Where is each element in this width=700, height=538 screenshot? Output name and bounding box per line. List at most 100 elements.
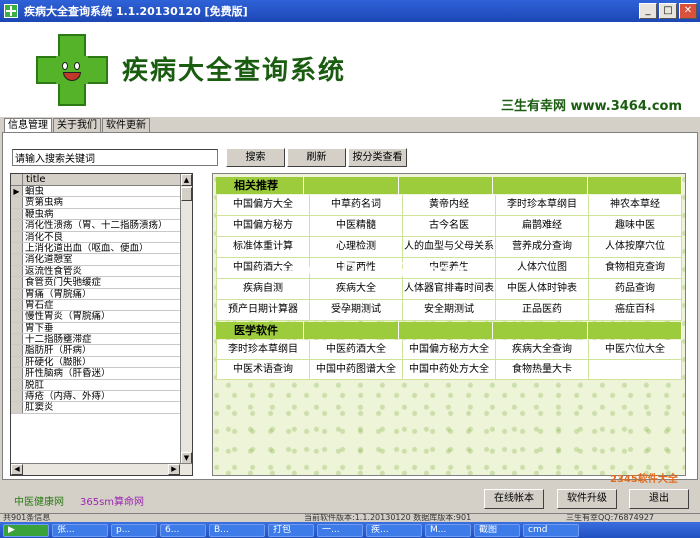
recommend-link[interactable]: 人体穴位图 [496, 258, 589, 278]
search-button[interactable]: 搜索 [226, 148, 285, 167]
recommend-link[interactable]: 中医人体时钟表 [496, 279, 589, 299]
taskbar-item[interactable]: 截图 [474, 523, 520, 537]
software-link[interactable]: 食物热量大卡 [496, 360, 589, 379]
list-item[interactable]: 慢性胃炎（胃脘痛） [11, 311, 192, 323]
software-link[interactable]: 李时珍本草纲目 [217, 340, 310, 359]
search-input[interactable] [12, 149, 218, 166]
list-item[interactable]: 痔疮（内痔、外痔） [11, 391, 192, 403]
recommend-link[interactable]: 中医精髓 [310, 216, 403, 236]
list-item[interactable]: 脱肛 [11, 379, 192, 392]
scroll-right-icon[interactable]: ▶ [168, 464, 180, 475]
recommend-link[interactable]: 人的血型与父母关系 [403, 237, 496, 257]
recommend-link[interactable]: 人体器官排毒时间表 [403, 279, 496, 299]
fortune-site-link[interactable]: 365sm算命网 [80, 493, 144, 508]
taskbar-item[interactable]: cmd [523, 523, 579, 537]
list-item[interactable]: 上消化道出血（呕血、便血） [11, 242, 192, 255]
list-item[interactable]: 鞭虫病 [11, 208, 192, 221]
exit-button[interactable]: 退出 [629, 489, 689, 509]
recommend-link[interactable]: 中国偏方大全 [217, 195, 310, 215]
software-link[interactable]: 疾病大全查询 [496, 340, 589, 359]
list-item[interactable]: 肛窦炎 [11, 402, 192, 414]
list-item[interactable]: 食管贲门失驰缓症 [11, 277, 192, 289]
category-view-button[interactable]: 按分类查看 [348, 148, 407, 167]
taskbar-item[interactable]: 疾... [366, 523, 422, 537]
software-link[interactable]: 中医药酒大全 [310, 340, 403, 359]
refresh-button[interactable]: 刷新 [287, 148, 346, 167]
watermark-center: www.DuoTe.com [275, 258, 473, 282]
scroll-thumb[interactable] [181, 187, 192, 201]
list-item[interactable]: 胃石症 [11, 299, 192, 312]
tab-about-us[interactable]: 关于我们 [53, 118, 101, 132]
recommend-link[interactable]: 李时珍本草纲目 [496, 195, 589, 215]
maximize-button[interactable]: □ [659, 3, 677, 19]
software-link[interactable]: 中医穴位大全 [589, 340, 682, 359]
recommend-link[interactable]: 趣味中医 [589, 216, 682, 236]
software-link[interactable]: 中医术语查询 [217, 360, 310, 379]
software-link[interactable]: 中国偏方秘方大全 [403, 340, 496, 359]
taskbar-item[interactable]: 打包 [268, 523, 314, 537]
list-item[interactable]: 消化道憩室 [11, 254, 192, 266]
list-item[interactable]: 肝性脑病（肝昏迷） [11, 368, 192, 380]
list-item[interactable]: ▶ 蛔虫 [11, 186, 192, 198]
online-account-button[interactable]: 在线帐本 [484, 489, 544, 509]
recommend-link[interactable]: 中国偏方秘方 [217, 216, 310, 236]
recommend-link[interactable]: 中草药名词 [310, 195, 403, 215]
recommend-link[interactable]: 预产日期计算器 [217, 300, 310, 320]
taskbar-item[interactable]: 张... [52, 523, 108, 537]
status-record-count: 共901条信息 [3, 513, 51, 522]
software-link[interactable]: 中国中药图谱大全 [310, 360, 403, 379]
vertical-scrollbar[interactable]: ▲ ▼ [180, 174, 192, 464]
list-header: title [11, 174, 192, 186]
recommend-link[interactable]: 神农本草经 [589, 195, 682, 215]
taskbar-item[interactable]: M... [425, 523, 471, 537]
recommend-link[interactable]: 食物相克查询 [589, 258, 682, 278]
scroll-left-icon[interactable]: ◀ [11, 464, 23, 475]
taskbar-item[interactable]: 一... [317, 523, 363, 537]
recommend-link[interactable]: 扁鹊难经 [496, 216, 589, 236]
list-item-title: 鞭虫病 [25, 208, 54, 220]
list-item[interactable]: 消化性溃疡（胃、十二指肠溃疡） [11, 220, 192, 232]
recommend-link[interactable]: 疾病自测 [217, 279, 310, 299]
row-selector [11, 356, 23, 368]
tab-software-update[interactable]: 软件更新 [102, 118, 150, 132]
recommend-link[interactable]: 正品医药 [496, 300, 589, 320]
site-tag[interactable]: 三生有幸网 www.3464.com [501, 95, 682, 114]
recommend-link[interactable]: 癌症百科 [589, 300, 682, 320]
taskbar-item[interactable]: 6... [160, 523, 206, 537]
list-item[interactable]: 胃下垂 [11, 322, 192, 335]
recommend-link[interactable]: 心理检测 [310, 237, 403, 257]
minimize-button[interactable]: _ [639, 3, 657, 19]
disease-list[interactable]: title ▶ 蛔虫 贾第虫病 鞭虫病 消化性溃疡（胃、十二指肠溃疡） 消化不良 上消化道出… [10, 173, 193, 476]
link-panel: 相关推荐 中国偏方大全 中草药名词 黄帝内经 李时珍本草纲目 神农本草经 中国偏方秘方 中医… [212, 173, 686, 476]
list-item[interactable]: 消化不良 [11, 231, 192, 243]
row-selector [11, 402, 23, 413]
taskbar-item[interactable]: p... [111, 523, 157, 537]
recommend-link[interactable]: 疾病大全 [310, 279, 403, 299]
recommend-link[interactable]: 人体按摩穴位 [589, 237, 682, 257]
tab-info-manage[interactable]: 信息管理 [4, 118, 52, 132]
scroll-up-icon[interactable]: ▲ [181, 174, 192, 186]
list-item[interactable]: 脂肪肝（肝病） [11, 345, 192, 357]
row-selector [11, 345, 23, 356]
recommend-link[interactable]: 受孕期测试 [310, 300, 403, 320]
upgrade-button[interactable]: 软件升级 [557, 489, 617, 509]
list-item[interactable]: 肝硬化（臌胀） [11, 356, 192, 369]
recommend-link[interactable]: 药品查询 [589, 279, 682, 299]
recommend-link[interactable]: 黄帝内经 [403, 195, 496, 215]
list-item-title: 慢性胃炎（胃脘痛） [25, 311, 111, 322]
health-site-link[interactable]: 中医健康网 [14, 493, 64, 508]
recommend-link[interactable]: 营养成分查询 [496, 237, 589, 257]
recommend-link[interactable]: 古今名医 [403, 216, 496, 236]
column-header-title[interactable]: title [23, 174, 46, 185]
software-link[interactable]: 中国中药处方大全 [403, 360, 496, 379]
list-item[interactable]: 十二指肠壅滞症 [11, 334, 192, 346]
horizontal-scrollbar[interactable]: ◀ ▶ [11, 463, 192, 475]
list-item[interactable]: 返流性食管炎 [11, 265, 192, 278]
list-item[interactable]: 贾第虫病 [11, 197, 192, 209]
recommend-link[interactable]: 标准体重计算 [217, 237, 310, 257]
recommend-link[interactable]: 安全期测试 [403, 300, 496, 320]
close-button[interactable]: ✕ [679, 3, 697, 19]
start-button[interactable]: ▶ [3, 523, 49, 537]
taskbar-item[interactable]: B... [209, 523, 265, 537]
list-item[interactable]: 胃痛（胃脘痛） [11, 288, 192, 300]
